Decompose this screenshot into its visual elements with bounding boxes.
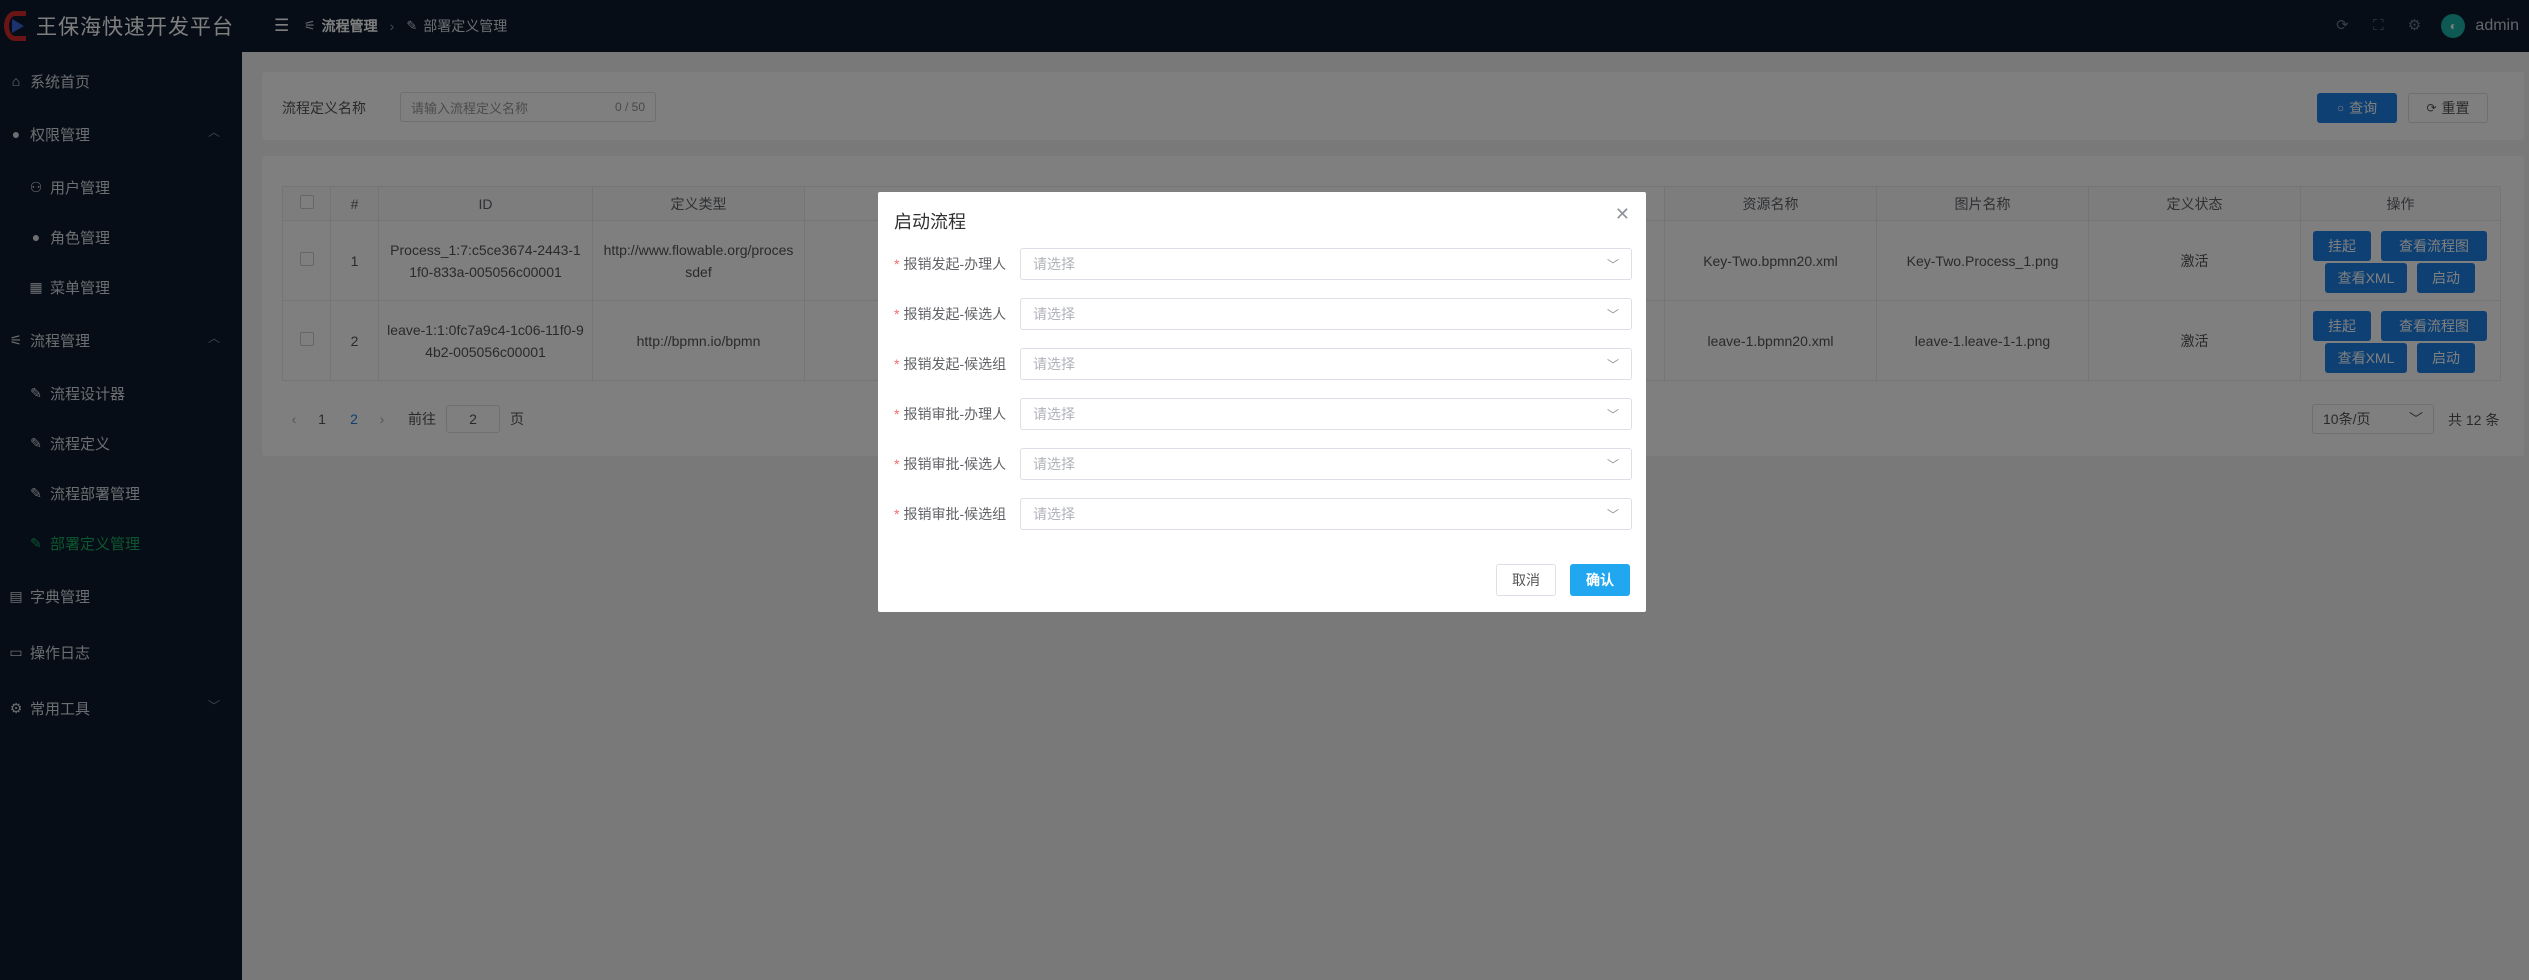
chevron-down-icon: ﹀ xyxy=(1606,457,1619,472)
form-row: * 报销审批-候选组 请选择 ﹀ xyxy=(894,498,1634,530)
form-row: * 报销审批-办理人 请选择 ﹀ xyxy=(894,398,1634,430)
select-placeholder: 请选择 xyxy=(1033,456,1075,472)
chevron-down-icon: ﹀ xyxy=(1606,507,1619,522)
form-label: * 报销发起-办理人 xyxy=(894,256,1007,272)
form-row: * 报销发起-候选组 请选择 ﹀ xyxy=(894,348,1634,380)
approve-candidate-group-select[interactable]: 请选择 ﹀ xyxy=(1020,498,1632,530)
select-placeholder: 请选择 xyxy=(1033,256,1075,272)
select-placeholder: 请选择 xyxy=(1033,306,1075,322)
confirm-button[interactable]: 确认 xyxy=(1570,564,1630,596)
start-process-dialog: 启动流程 ✕ * 报销发起-办理人 请选择 ﹀ * 报销发起-候选人 请选择 ﹀ * 报销… xyxy=(878,192,1646,612)
chevron-down-icon: ﹀ xyxy=(1606,357,1619,372)
form-row: * 报销发起-办理人 请选择 ﹀ xyxy=(894,248,1634,280)
form-label: * 报销审批-候选人 xyxy=(894,456,1007,472)
chevron-down-icon: ﹀ xyxy=(1606,307,1619,322)
form-label: * 报销发起-候选人 xyxy=(894,306,1007,322)
start-assignee-select[interactable]: 请选择 ﹀ xyxy=(1020,248,1632,280)
form-row: * 报销审批-候选人 请选择 ﹀ xyxy=(894,448,1634,480)
chevron-down-icon: ﹀ xyxy=(1606,407,1619,422)
select-placeholder: 请选择 xyxy=(1033,356,1075,372)
approve-assignee-select[interactable]: 请选择 ﹀ xyxy=(1020,398,1632,430)
select-placeholder: 请选择 xyxy=(1033,506,1075,522)
start-candidate-group-select[interactable]: 请选择 ﹀ xyxy=(1020,348,1632,380)
form-label: * 报销审批-办理人 xyxy=(894,406,1007,422)
select-placeholder: 请选择 xyxy=(1033,406,1075,422)
start-candidate-user-select[interactable]: 请选择 ﹀ xyxy=(1020,298,1632,330)
form-label: * 报销审批-候选组 xyxy=(894,506,1007,522)
cancel-button[interactable]: 取消 xyxy=(1496,564,1556,596)
close-icon[interactable]: ✕ xyxy=(1615,204,1630,225)
chevron-down-icon: ﹀ xyxy=(1606,257,1619,272)
form-label: * 报销发起-候选组 xyxy=(894,356,1007,372)
approve-candidate-user-select[interactable]: 请选择 ﹀ xyxy=(1020,448,1632,480)
form-row: * 报销发起-候选人 请选择 ﹀ xyxy=(894,298,1634,330)
dialog-title: 启动流程 xyxy=(894,212,966,232)
